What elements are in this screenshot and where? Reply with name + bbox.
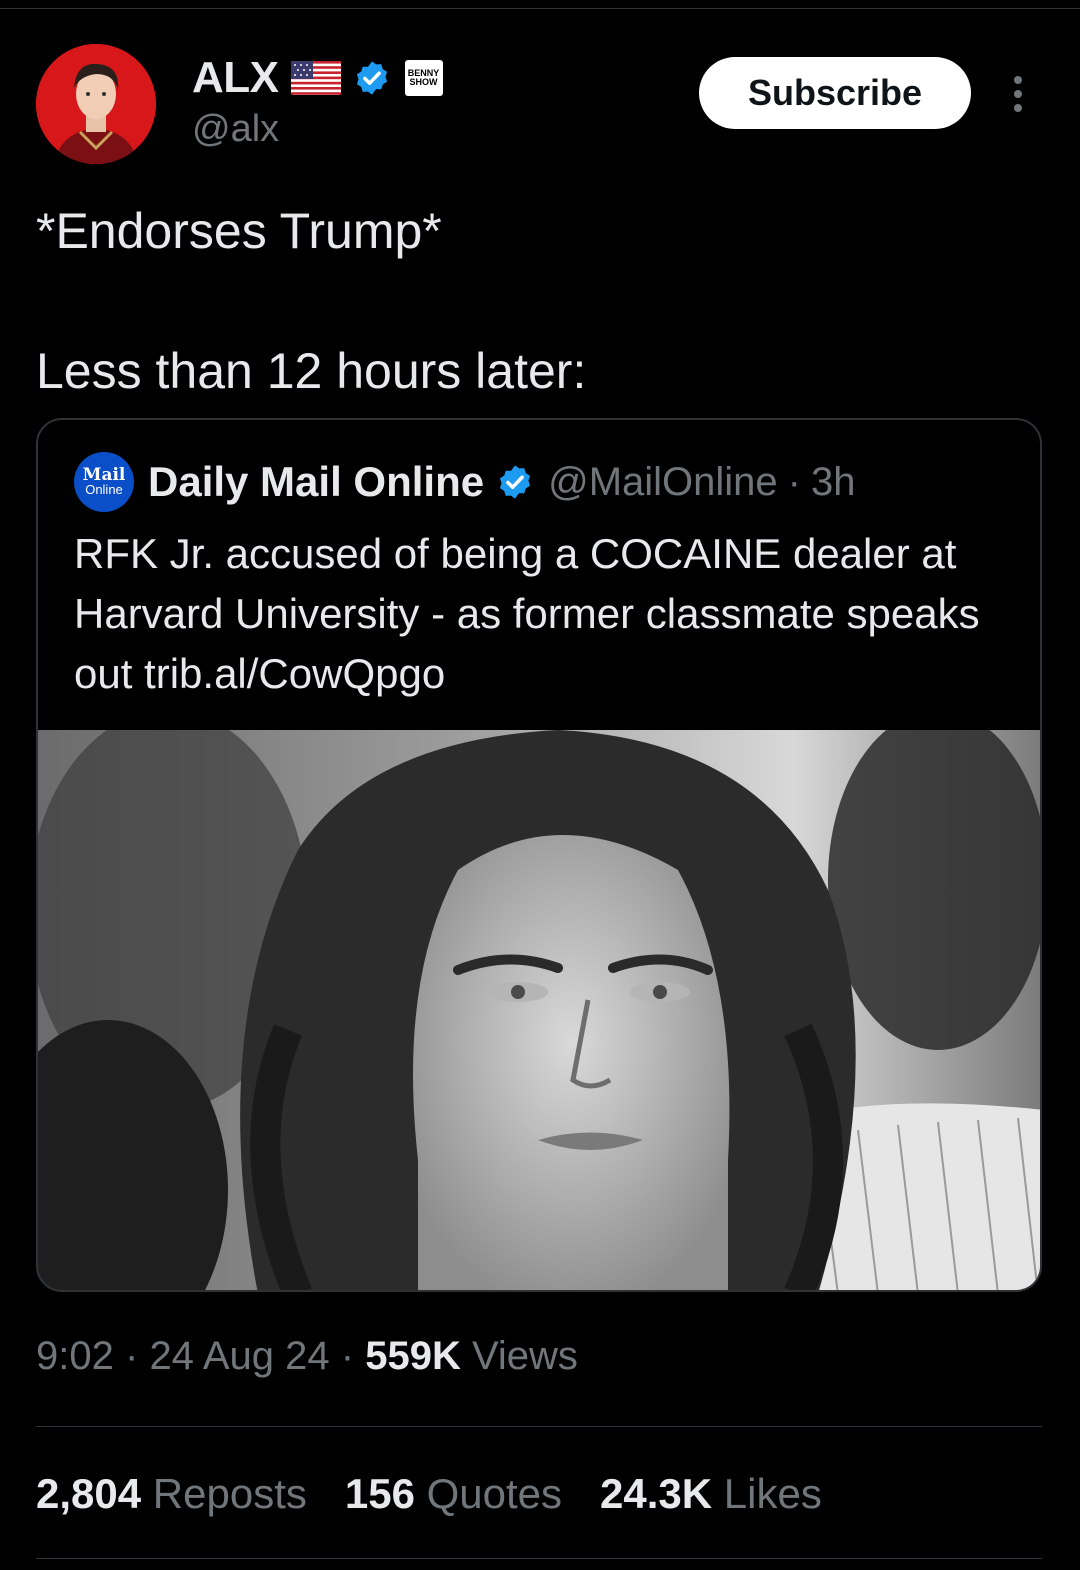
author-avatar[interactable] [36, 44, 156, 164]
separator-dot: · [787, 459, 801, 504]
separator-dot: · [124, 1334, 139, 1378]
affiliate-badge[interactable]: BENNY SHOW [404, 60, 443, 96]
verified-badge-icon [496, 463, 534, 501]
author-name[interactable]: ALX [192, 53, 279, 103]
quoted-tweet-text: RFK Jr. accused of being a COCAINE deale… [74, 530, 980, 697]
us-flag-icon [290, 61, 341, 95]
tweet-time[interactable]: 9:02 [36, 1334, 114, 1378]
likes-count: 24.3K [600, 1470, 713, 1517]
affiliate-badge-text: BENNY SHOW [407, 68, 440, 87]
author-info: ALX BENNY SHOW @alx [192, 52, 443, 151]
tweet-line-1: *Endorses Trump* [36, 203, 442, 259]
mail-online-logo[interactable]: Mail Online [74, 452, 134, 512]
subscribe-button[interactable]: Subscribe [699, 57, 971, 129]
logo-line-2: Online [85, 482, 123, 497]
quoted-tweet-time[interactable]: 3h [811, 460, 856, 505]
verified-badge-icon[interactable] [353, 59, 391, 97]
portrait-photo [38, 710, 1040, 1290]
reposts-label: Reposts [152, 1470, 307, 1517]
quoted-tweet-header: Mail Online Daily Mail Online @MailOnlin… [74, 452, 856, 512]
tweet-line-2: Less than 12 hours later: [36, 343, 587, 399]
likes-label: Likes [723, 1470, 822, 1517]
tweet-date[interactable]: 24 Aug 24 [149, 1334, 329, 1378]
stats-divider [36, 1558, 1042, 1559]
likes-stat[interactable]: 24.3K Likes [600, 1470, 822, 1518]
more-options-icon[interactable] [1006, 74, 1030, 114]
separator-dot: · [340, 1334, 355, 1378]
tweet-page: ALX BENNY SHOW @alx Subscribe *Endorses … [0, 0, 1080, 1570]
logo-line-1: Mail [82, 465, 126, 485]
reposts-count: 2,804 [36, 1470, 142, 1517]
tweet-meta: 9:02 · 24 Aug 24 · 559K Views [36, 1334, 578, 1379]
top-divider [0, 8, 1080, 9]
quoted-tweet-photo[interactable] [38, 710, 1040, 1290]
author-handle[interactable]: @alx [192, 108, 443, 151]
engagement-stats: 2,804 Reposts 156 Quotes 24.3K Likes [36, 1470, 860, 1518]
quoted-author-handle[interactable]: @MailOnline [548, 460, 778, 505]
quotes-count: 156 [344, 1470, 415, 1517]
quoted-author-name[interactable]: Daily Mail Online [148, 458, 484, 506]
avatar-portrait [36, 44, 156, 164]
quotes-label: Quotes [426, 1470, 563, 1517]
tweet-text: *Endorses Trump* Less than 12 hours late… [36, 196, 1036, 406]
views-label: Views [471, 1334, 578, 1378]
views-count: 559K [365, 1334, 461, 1378]
quoted-tweet-card[interactable]: Mail Online Daily Mail Online @MailOnlin… [36, 418, 1042, 1292]
meta-divider [36, 1426, 1042, 1427]
reposts-stat[interactable]: 2,804 Reposts [36, 1470, 307, 1518]
quotes-stat[interactable]: 156 Quotes [345, 1470, 562, 1518]
